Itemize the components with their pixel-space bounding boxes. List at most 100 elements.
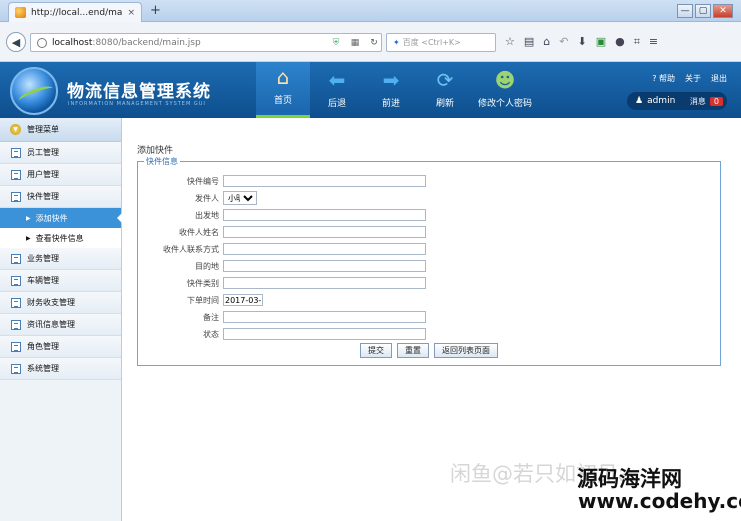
- category-input[interactable]: [223, 277, 426, 289]
- label-recipient-contact: 收件人联系方式: [163, 244, 219, 254]
- messages-count-badge: 0: [709, 96, 723, 106]
- row-recipient-name: 收件人姓名: [138, 225, 718, 239]
- app-header: 物流信息管理系统 INFORMATION MANAGEMENT SYSTEM G…: [0, 62, 741, 118]
- about-link[interactable]: 关于: [685, 73, 701, 84]
- sidebar-heading: ▼ 管理菜单: [0, 118, 121, 142]
- row-recipient-contact: 收件人联系方式: [138, 242, 718, 256]
- qr-icon[interactable]: ▦: [348, 38, 362, 48]
- submit-button[interactable]: 提交: [360, 343, 392, 358]
- chat-icon[interactable]: ●: [615, 35, 625, 49]
- watermark-site-url: www.codehy.com: [578, 489, 741, 513]
- sidebar: ▼ 管理菜单 员工管理 用户管理 快件管理 ▶ 添加快件 ▶ 查看快件信息 业务…: [0, 118, 122, 521]
- undo-icon[interactable]: ↶: [559, 35, 568, 49]
- sender-select[interactable]: 小明: [223, 191, 257, 205]
- home-icon[interactable]: ⌂: [543, 35, 550, 49]
- sidebar-subitem-add-parcel[interactable]: ▶ 添加快件: [0, 208, 122, 228]
- search-box[interactable]: ✦ 百度 <Ctrl+K>: [386, 33, 496, 52]
- firefox-icon: [15, 7, 26, 18]
- user-box: ♟ admin 消息 0: [627, 92, 727, 110]
- crop-icon[interactable]: ⌗: [634, 35, 640, 49]
- browser-tab[interactable]: http://local...end/main.jsp ×: [8, 2, 142, 22]
- address-bar[interactable]: localhost:8080/backend/main.jsp ⛨ ▦ ↻: [30, 33, 382, 52]
- nav-change-password-label: 修改个人密码: [477, 99, 532, 109]
- tab-close-icon[interactable]: ×: [127, 8, 135, 18]
- row-order-time: 下单时间: [138, 293, 718, 307]
- list-icon: [11, 147, 21, 158]
- caret-right-icon: ▶: [26, 234, 31, 242]
- row-origin: 出发地: [138, 208, 718, 222]
- help-icon: ?: [652, 74, 657, 83]
- sidebar-item-label: 资讯信息管理: [27, 320, 75, 329]
- list-icon: [11, 275, 21, 286]
- sidebar-item-business[interactable]: 业务管理: [0, 248, 121, 270]
- globe-logo-icon: [10, 67, 58, 115]
- sidebar-item-system[interactable]: 系统管理: [0, 358, 121, 380]
- list-icon: [11, 341, 21, 352]
- status-input[interactable]: [223, 328, 426, 340]
- page-title: 添加快件: [137, 146, 174, 156]
- clipboard-icon[interactable]: ▤: [524, 35, 534, 49]
- number-input[interactable]: [223, 175, 426, 187]
- origin-input[interactable]: [223, 209, 426, 221]
- url-text[interactable]: localhost:8080/backend/main.jsp: [52, 38, 324, 48]
- sidebar-subitem-view-parcels[interactable]: ▶ 查看快件信息: [0, 228, 121, 248]
- nav-back[interactable]: ⬅ 后退: [310, 62, 364, 118]
- row-category: 快件类别: [138, 276, 718, 290]
- header-links: ? 帮助 关于 退出: [652, 73, 727, 84]
- sidebar-item-label: 用户管理: [27, 170, 59, 179]
- recipient-contact-input[interactable]: [223, 243, 426, 255]
- browser-navbar: ◀ localhost:8080/backend/main.jsp ⛨ ▦ ↻ …: [0, 22, 741, 62]
- remark-input[interactable]: [223, 311, 426, 323]
- reset-button[interactable]: 重置: [397, 343, 429, 358]
- app-title: 物流信息管理系统: [67, 82, 211, 102]
- new-tab-button[interactable]: +: [150, 3, 161, 18]
- row-number: 快件编号: [138, 174, 718, 188]
- fieldset-legend: 快件信息: [144, 156, 180, 167]
- label-origin: 出发地: [195, 210, 219, 220]
- browser-titlebar: http://local...end/main.jsp × + — ▢ ✕: [0, 0, 741, 22]
- main-nav: ⌂ 首页 ⬅ 后退 ➡ 前进 ⟳ 刷新 ☻ 修改个人密码: [256, 62, 538, 118]
- nav-back-label: 后退: [327, 99, 346, 109]
- download-icon[interactable]: ⬇: [577, 35, 586, 49]
- row-sender: 发件人 小明: [138, 191, 718, 205]
- label-destination: 目的地: [195, 261, 219, 271]
- star-icon[interactable]: ☆: [505, 35, 515, 49]
- label-number: 快件编号: [187, 176, 219, 186]
- help-link[interactable]: ? 帮助: [652, 73, 675, 84]
- order-time-input[interactable]: [223, 294, 263, 306]
- nav-home-label: 首页: [273, 96, 292, 106]
- maximize-icon[interactable]: ▢: [695, 4, 711, 18]
- label-category: 快件类别: [187, 278, 219, 288]
- sidebar-item-parcels[interactable]: 快件管理: [0, 186, 121, 208]
- list-icon: [11, 253, 21, 264]
- messages-link[interactable]: 消息: [690, 96, 706, 107]
- list-icon: [11, 191, 21, 202]
- close-window-icon[interactable]: ✕: [713, 4, 733, 18]
- back-to-list-button[interactable]: 返回列表页面: [434, 343, 498, 358]
- menu-icon[interactable]: ≡: [649, 35, 658, 49]
- sidebar-subitem-label: 添加快件: [35, 213, 68, 223]
- nav-forward[interactable]: ➡ 前进: [364, 62, 418, 118]
- reload-icon[interactable]: ↻: [367, 38, 381, 48]
- user-icon: ♟: [635, 96, 644, 106]
- recipient-name-input[interactable]: [223, 226, 426, 238]
- sidebar-item-roles[interactable]: 角色管理: [0, 336, 121, 358]
- parcel-info-fieldset: 快件信息 快件编号 发件人 小明 出发地 收件人姓名 收件人联系方式 目的地 快…: [137, 156, 721, 366]
- browser-back-icon[interactable]: ◀: [6, 32, 26, 52]
- sidebar-item-users[interactable]: 用户管理: [0, 164, 121, 186]
- sidebar-item-vehicles[interactable]: 车辆管理: [0, 270, 121, 292]
- nav-change-password[interactable]: ☻ 修改个人密码: [472, 62, 538, 118]
- addon-icon[interactable]: ▣: [596, 35, 606, 49]
- minimize-icon[interactable]: —: [677, 4, 693, 18]
- nav-refresh-label: 刷新: [435, 99, 454, 109]
- nav-home[interactable]: ⌂ 首页: [256, 62, 310, 118]
- nav-refresh[interactable]: ⟳ 刷新: [418, 62, 472, 118]
- window-controls: — ▢ ✕: [677, 4, 733, 18]
- logout-link[interactable]: 退出: [711, 73, 727, 84]
- shield-icon[interactable]: ⛨: [329, 38, 343, 48]
- sidebar-item-finance[interactable]: 财务收支管理: [0, 292, 121, 314]
- sidebar-item-employees[interactable]: 员工管理: [0, 142, 121, 164]
- label-status: 状态: [203, 329, 219, 339]
- destination-input[interactable]: [223, 260, 426, 272]
- sidebar-item-news[interactable]: 资讯信息管理: [0, 314, 121, 336]
